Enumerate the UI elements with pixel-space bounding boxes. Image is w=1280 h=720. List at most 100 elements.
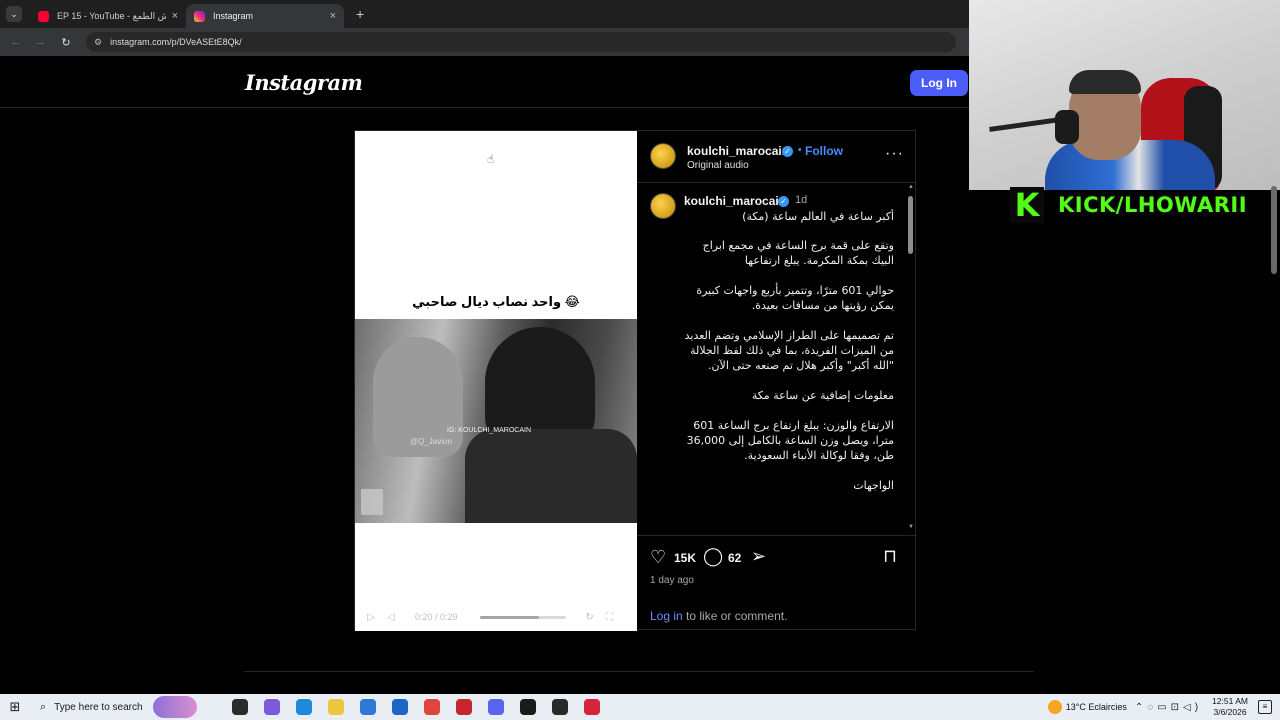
caption-age: 1d (795, 194, 808, 206)
red-app-icon[interactable] (576, 694, 608, 720)
scroll-down-icon[interactable]: ▼ (907, 524, 915, 530)
tray-icons[interactable]: ⌃◌▭⊡◁) (1135, 702, 1202, 713)
capcut-icon[interactable] (512, 694, 544, 720)
like-count: 15K (674, 551, 697, 565)
url-field[interactable]: ⚙ instagram.com/p/DVeASEtE8Qk/ (86, 32, 956, 52)
share-icon[interactable]: ➢ (751, 546, 766, 567)
caption-paragraph: معلومات إضافية عن ساعة مكة (751, 389, 894, 402)
caption-scrollbar[interactable]: ▲ ▼ (907, 184, 915, 534)
verified-icon: ✓ (782, 146, 793, 157)
taskbar-app-glyph (584, 699, 600, 715)
volume-icon[interactable]: ◁ (381, 612, 401, 623)
outlook-icon[interactable] (384, 694, 416, 720)
caption-paragraph: الارتفاع والوزن: يبلغ ارتفاع برج الساعة … (686, 419, 894, 462)
store-icon[interactable] (352, 694, 384, 720)
caption-paragraph: الواجهات (853, 479, 894, 492)
heart-icon[interactable]: ♡ (650, 547, 666, 568)
login-button[interactable]: Log In (910, 70, 968, 96)
record-app-icon[interactable] (448, 694, 480, 720)
taskbar: ⊞ ⌕ Type here to search 13°C Eclaircies … (0, 694, 1280, 720)
url-text: instagram.com/p/DVeASEtE8Qk/ (110, 37, 242, 47)
clock-date: 3/6/2026 (1213, 707, 1247, 717)
close-tab-icon[interactable]: × (172, 10, 178, 22)
weather-icon[interactable] (1047, 700, 1062, 714)
video-watermark-handle: @Q_Javion (410, 437, 452, 446)
taskbar-app-glyph (392, 699, 408, 715)
caption-paragraph: حوالي 601 مترًا، وتتميز بأربع واجهات كبي… (696, 284, 894, 312)
login-prompt: Log in to like or comment. (650, 609, 787, 623)
file-explorer-icon[interactable] (320, 694, 352, 720)
discord-icon[interactable] (480, 694, 512, 720)
video-controls: ▷ ◁ 0:20 / 0:29 ↻ ⛶ (355, 603, 637, 631)
video-caption: واحد نصاب ديال صاحبي 😂 (412, 294, 580, 309)
site-info-icon[interactable]: ⚙ (94, 37, 102, 48)
post-video[interactable]: واحد نصاب ديال صاحبي 😂 IG: KOULCHI_MAROC… (355, 131, 637, 631)
caption-area[interactable]: koulchi_marocain ✓ 1d أكبر ساعة في العال… (637, 184, 917, 534)
tab-title: Instagram (213, 11, 254, 21)
kick-logo-icon: K (1010, 186, 1044, 224)
clock[interactable]: 12:51 AM 3/6/2026 (1212, 696, 1248, 718)
close-tab-icon[interactable]: × (330, 10, 336, 22)
copilot-icon[interactable] (256, 694, 288, 720)
reload-icon[interactable]: ↻ (58, 36, 74, 49)
instagram-icon (194, 10, 205, 22)
taskbar-app-glyph (296, 699, 312, 715)
comment-icon[interactable]: ◯ (703, 546, 723, 567)
video-progress-fill (479, 615, 539, 619)
obs-icon[interactable] (544, 694, 576, 720)
tab-instagram[interactable]: Instagram × (186, 4, 344, 28)
video-glass (361, 489, 383, 515)
kick-handle: KICK/LHOWARII (1058, 193, 1248, 217)
login-prompt-text: to like or comment. (682, 609, 788, 623)
author-username[interactable]: koulchi_marocain (687, 144, 789, 158)
tab-search-menu-icon[interactable]: ⌄ (6, 6, 22, 22)
taskbar-app-glyph (456, 699, 472, 715)
play-icon[interactable]: ▷ (361, 612, 381, 623)
taskbar-app-glyph (360, 699, 376, 715)
follow-button[interactable]: Follow (805, 144, 843, 158)
notification-icon[interactable]: ≡ (1258, 700, 1272, 714)
new-tab-button[interactable]: + (356, 6, 364, 22)
more-options-icon[interactable]: ··· (885, 145, 904, 163)
tab-title: EP 15 - YouTube - عش الطمع (57, 10, 166, 21)
video-frame[interactable]: IG: KOULCHI_MAROCAIN @Q_Javion (355, 319, 637, 523)
taskbar-app-glyph (424, 699, 440, 715)
bookmark-icon[interactable]: ⊓ (883, 546, 897, 567)
footer-divider (244, 671, 1034, 672)
taskbar-app-glyph (264, 699, 280, 715)
search-highlight-icon[interactable] (152, 696, 197, 718)
tab-youtube[interactable]: EP 15 - YouTube - عش الطمع × (30, 4, 186, 28)
weather-text[interactable]: 13°C Eclaircies (1066, 702, 1127, 712)
post-date: 1 day ago (650, 575, 694, 586)
loop-icon[interactable]: ↻ (580, 612, 600, 623)
mouse-cursor-icon: ☝ (487, 152, 495, 166)
caption-paragraph: أكبر ساعة في العالم ساعة (مكة) (742, 210, 894, 223)
scroll-thumb[interactable] (908, 196, 913, 254)
caption-avatar[interactable] (650, 193, 676, 219)
edge-icon[interactable] (288, 694, 320, 720)
forward-icon[interactable]: → (32, 36, 48, 48)
chrome-icon[interactable] (416, 694, 448, 720)
author-avatar[interactable] (650, 143, 676, 169)
taskbar-app-glyph (488, 699, 504, 715)
clock-time: 12:51 AM (1212, 696, 1248, 706)
fullscreen-icon[interactable]: ⛶ (600, 612, 620, 623)
caption-username[interactable]: koulchi_marocain (684, 194, 786, 208)
login-link[interactable]: Log in (650, 609, 683, 623)
taskbar-apps (224, 694, 608, 720)
comment-count: 62 (728, 551, 742, 565)
windows-start-icon[interactable]: ⊞ (0, 699, 30, 715)
back-icon[interactable]: ← (8, 36, 24, 48)
scroll-up-icon[interactable]: ▲ (907, 184, 915, 190)
task-view-icon[interactable] (224, 694, 256, 720)
audio-label[interactable]: Original audio (687, 160, 749, 171)
page-scrollbar[interactable] (1271, 186, 1277, 274)
youtube-icon (38, 10, 49, 22)
search-icon: ⌕ (40, 700, 47, 713)
kick-badge: K KICK/LHOWARII (1010, 186, 1272, 224)
video-time: 0:20 / 0:29 (415, 612, 458, 622)
video-progress-bar[interactable] (479, 615, 566, 619)
webcam-overlay (969, 0, 1280, 190)
taskbar-search[interactable]: ⌕ Type here to search (34, 694, 224, 720)
instagram-logo[interactable]: Instagram (245, 70, 363, 95)
